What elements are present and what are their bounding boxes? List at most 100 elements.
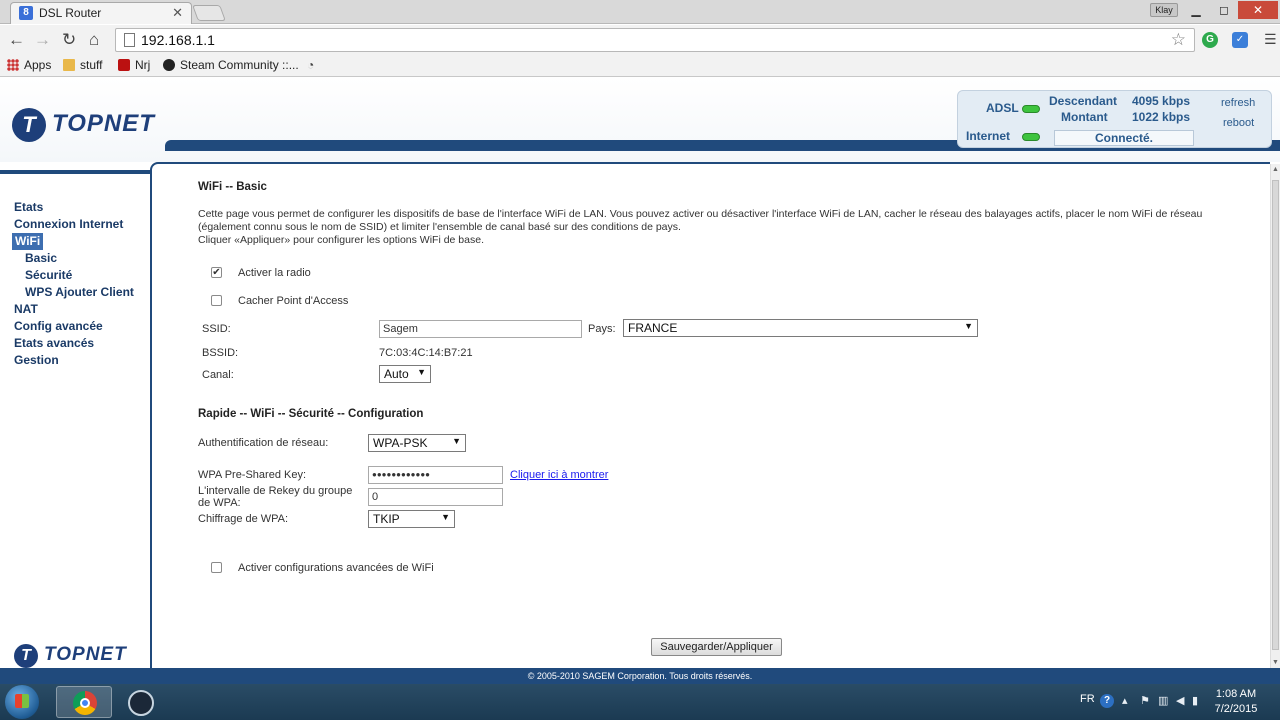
sidebar-item-securite[interactable]: Sécurité xyxy=(14,267,134,284)
start-button[interactable] xyxy=(5,685,39,719)
sidebar-item-basic[interactable]: Basic xyxy=(14,250,134,267)
wpa-encryption-select-value: TKIP xyxy=(373,512,400,526)
language-indicator[interactable]: FR xyxy=(1080,693,1095,705)
chrome-icon xyxy=(73,691,97,715)
network-auth-select[interactable]: WPA-PSK ▼ xyxy=(368,434,466,452)
sidebar-item-wps-ajouter-client[interactable]: WPS Ajouter Client xyxy=(14,284,134,301)
network-icon[interactable]: ▥ xyxy=(1158,694,1168,707)
bssid-label: BSSID: xyxy=(202,347,239,359)
sidebar-item-wifi[interactable]: WiFi xyxy=(12,233,44,250)
hide-access-point-checkbox[interactable] xyxy=(211,295,222,306)
home-icon[interactable]: ⌂ xyxy=(89,30,99,50)
wpa-rekey-input[interactable]: 0 xyxy=(368,488,503,506)
wpa-encryption-select[interactable]: TKIP ▼ xyxy=(368,510,455,528)
bookmark-apps[interactable]: Apps xyxy=(7,58,51,72)
internet-label: Internet xyxy=(966,129,1011,143)
sidebar-item-nat[interactable]: NAT xyxy=(14,301,134,318)
browser-menu-icon[interactable]: ☰ xyxy=(1264,31,1277,48)
scroll-down-icon[interactable]: ▼ xyxy=(1272,659,1279,666)
bookmark-stuff[interactable]: stuff xyxy=(63,58,102,72)
topnet-logo-icon: T xyxy=(12,108,46,142)
extension-green-icon[interactable]: G xyxy=(1202,32,1218,48)
sidebar-item-etats[interactable]: Etats xyxy=(14,199,134,216)
main-content: WiFi -- Basic Cette page vous permet de … xyxy=(150,162,1270,668)
volume-icon[interactable]: ◀ xyxy=(1176,694,1184,707)
connection-state: Connecté. xyxy=(1054,130,1194,146)
taskbar-clock[interactable]: 1:08 AM 7/2/2015 xyxy=(1206,687,1266,717)
wpa-psk-input[interactable]: ●●●●●●●●●●●● xyxy=(368,466,503,484)
signal-icon[interactable]: ▮ xyxy=(1192,694,1198,707)
wpa-encryption-label: Chiffrage de WPA: xyxy=(198,513,289,525)
country-select[interactable]: FRANCE ▼ xyxy=(623,319,978,337)
flag-icon[interactable]: ⚑ xyxy=(1140,694,1150,707)
window-close-icon[interactable]: ✕ xyxy=(1238,1,1278,19)
bookmark-nrj[interactable]: Nrj xyxy=(118,58,150,72)
sidebar-item-gestion[interactable]: Gestion xyxy=(14,352,134,369)
reload-icon[interactable]: ↻ xyxy=(62,30,76,50)
sidebar-item-etats-avances[interactable]: Etats avancés xyxy=(14,335,134,352)
sidebar-item-connexion-internet[interactable]: Connexion Internet xyxy=(14,216,134,233)
sidebar-menu: Etats Connexion Internet WiFi Basic Sécu… xyxy=(12,199,134,369)
browser-tab-dsl-router[interactable]: 8 DSL Router ✕ xyxy=(10,2,192,24)
forward-arrow-icon[interactable]: → xyxy=(34,30,51,50)
reboot-link[interactable]: reboot xyxy=(1223,117,1254,129)
apps-icon xyxy=(7,59,19,71)
steam-icon xyxy=(163,59,175,71)
adsl-led-icon xyxy=(1022,105,1040,113)
network-auth-label: Authentification de réseau: xyxy=(198,437,329,449)
wpa-psk-label: WPA Pre-Shared Key: xyxy=(198,469,307,481)
address-url[interactable]: 192.168.1.1 xyxy=(141,32,215,48)
taskbar-chrome[interactable] xyxy=(56,686,112,718)
page-title: WiFi -- Basic xyxy=(198,181,267,193)
bookmark-star-icon[interactable]: ☆ xyxy=(1171,30,1186,50)
page-scrollbar[interactable]: ▲ ▼ xyxy=(1270,164,1280,668)
taskbar-steam[interactable] xyxy=(114,686,170,718)
save-apply-button[interactable]: Sauvegarder/Appliquer xyxy=(651,638,782,656)
channel-select[interactable]: Auto ▼ xyxy=(379,365,431,383)
windows-logo-icon xyxy=(15,694,29,708)
hide-access-point-label: Cacher Point d'Access xyxy=(238,295,349,307)
extension-blue-icon[interactable]: ✓ xyxy=(1232,32,1248,48)
bssid-value: 7C:03:4C:14:B7:21 xyxy=(379,347,473,359)
sidebar-item-config-avancee[interactable]: Config avancée xyxy=(14,318,134,335)
chevron-down-icon: ▼ xyxy=(452,436,461,446)
advanced-wifi-label: Activer configurations avancées de WiFi xyxy=(238,562,434,574)
connection-status-box: ADSL Internet Descendant 4095 kbps Monta… xyxy=(957,90,1272,148)
sidebar: Etats Connexion Internet WiFi Basic Sécu… xyxy=(0,170,150,670)
show-key-link[interactable]: Cliquer ici à montrer xyxy=(510,469,608,481)
windows-taskbar: FR ? ▴ ⚑ ▥ ◀ ▮ 1:08 AM 7/2/2015 xyxy=(0,684,1280,720)
clock-time: 1:08 AM xyxy=(1215,688,1257,700)
sidebar-logo-text: TOPNET xyxy=(44,644,127,665)
bookmark-loading-icon: ◔ xyxy=(307,58,315,72)
page-description: Cette page vous permet de configurer les… xyxy=(198,208,1238,247)
bookmark-steam-community[interactable]: Steam Community ::... xyxy=(163,58,299,72)
page-footer: © 2005-2010 SAGEM Corporation. Tous droi… xyxy=(0,668,1280,684)
security-section-title: Rapide -- WiFi -- Sécurité -- Configurat… xyxy=(198,408,424,420)
sidebar-logo-icon: T xyxy=(14,644,38,668)
enable-radio-checkbox[interactable]: ✔ xyxy=(211,267,222,278)
tab-title: DSL Router xyxy=(39,6,102,20)
country-label: Pays: xyxy=(588,323,616,335)
ssid-label: SSID: xyxy=(202,323,231,335)
refresh-link[interactable]: refresh xyxy=(1221,97,1255,109)
router-header: T TOPNET ADSL Internet Descendant 4095 k… xyxy=(0,78,1280,162)
tab-favicon-icon: 8 xyxy=(19,6,33,20)
network-auth-select-value: WPA-PSK xyxy=(373,436,428,450)
tab-close-icon[interactable]: ✕ xyxy=(172,5,183,21)
adsl-label: ADSL xyxy=(986,101,1019,115)
ssid-input[interactable]: Sagem xyxy=(379,320,582,338)
back-arrow-icon[interactable]: ← xyxy=(8,30,25,50)
address-bar[interactable]: 192.168.1.1 ☆ xyxy=(115,28,1195,52)
page-icon xyxy=(124,33,135,47)
window-maximize-icon[interactable]: ◻ xyxy=(1212,1,1236,19)
scroll-thumb[interactable] xyxy=(1272,180,1279,650)
upstream-label: Montant xyxy=(1061,110,1108,124)
tray-arrow-icon[interactable]: ▴ xyxy=(1122,694,1128,707)
new-tab-button[interactable] xyxy=(192,5,226,21)
window-minimize-icon[interactable]: ▁ xyxy=(1184,1,1208,19)
chevron-down-icon: ▼ xyxy=(441,512,450,522)
browser-user-badge[interactable]: Klay xyxy=(1150,3,1178,17)
scroll-up-icon[interactable]: ▲ xyxy=(1272,166,1279,173)
help-icon[interactable]: ? xyxy=(1100,694,1114,708)
advanced-wifi-checkbox[interactable] xyxy=(211,562,222,573)
